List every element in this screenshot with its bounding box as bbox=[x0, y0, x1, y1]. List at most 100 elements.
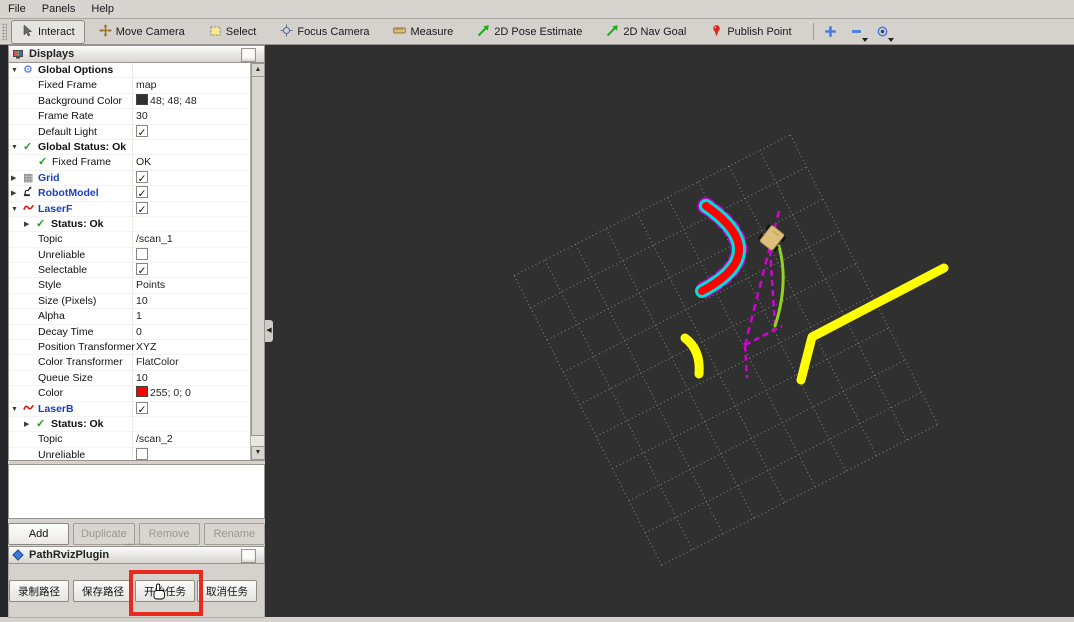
tool-label: Move Camera bbox=[115, 25, 185, 38]
property-label: LaserB bbox=[38, 402, 74, 415]
expanded-arrow-icon[interactable]: ▼ bbox=[11, 63, 18, 78]
tool-select[interactable]: Select bbox=[199, 20, 267, 44]
tree-row[interactable]: Style Points bbox=[9, 278, 264, 294]
property-label: Grid bbox=[38, 171, 60, 184]
tree-row[interactable]: Selectable ✓ bbox=[9, 263, 264, 279]
tool-interact[interactable]: Interact bbox=[11, 19, 85, 44]
tree-row[interactable]: Unreliable bbox=[9, 247, 264, 264]
publish-point-icon bbox=[710, 24, 723, 40]
minus-tool-button[interactable] bbox=[847, 22, 868, 42]
tool-measure[interactable]: Measure bbox=[383, 20, 463, 44]
scroll-down-arrow-icon[interactable]: ▼ bbox=[251, 446, 264, 460]
check-icon: ✓ bbox=[36, 217, 46, 230]
tool-focus-camera[interactable]: Focus Camera bbox=[270, 20, 379, 44]
tree-row[interactable]: ✓ Fixed Frame OK bbox=[9, 155, 264, 171]
collapsed-arrow-icon[interactable]: ▶ bbox=[24, 417, 29, 432]
panel-collapse-arrow-icon[interactable]: ◀ bbox=[265, 320, 273, 342]
path-task-button-2[interactable]: 保存路径 bbox=[73, 580, 133, 602]
tree-row[interactable]: ▼ LaserB ✓ bbox=[9, 401, 264, 417]
toolbar-drag-handle[interactable] bbox=[2, 22, 7, 41]
3d-viewport[interactable]: ◀ bbox=[265, 45, 1074, 617]
property-label: Frame Rate bbox=[38, 110, 94, 123]
tool-label: Measure bbox=[410, 25, 454, 38]
interact-icon bbox=[21, 23, 34, 40]
tree-row[interactable]: ▼ LaserF ✓ bbox=[9, 201, 264, 217]
check-icon: ✓ bbox=[23, 140, 33, 153]
tree-row[interactable]: Topic/scan_1 bbox=[9, 232, 264, 248]
property-label: LaserF bbox=[38, 202, 73, 215]
tree-row[interactable]: Color 255; 0; 0 bbox=[9, 386, 264, 402]
color-swatch[interactable] bbox=[136, 386, 148, 398]
checkbox-unchecked[interactable] bbox=[136, 247, 148, 260]
tree-row[interactable]: Size (Pixels) 10 bbox=[9, 293, 264, 310]
path-task-button-4[interactable]: 取消任务 bbox=[197, 580, 257, 602]
property-label: Unreliable bbox=[38, 448, 86, 461]
menu-file[interactable]: File bbox=[0, 1, 34, 17]
displays-tree-scrollbar[interactable]: ▲ ▼ bbox=[250, 63, 264, 460]
property-value: Points bbox=[136, 279, 166, 292]
path-panel-header[interactable]: PathRvizPlugin bbox=[8, 546, 265, 564]
tool-move-camera[interactable]: Move Camera bbox=[89, 20, 195, 44]
tree-row[interactable]: ▼ ⚙ Global Options bbox=[9, 63, 264, 79]
tree-row[interactable]: Unreliable bbox=[9, 447, 264, 461]
property-label: Color bbox=[38, 387, 64, 400]
tree-row[interactable]: Topic/scan_2 bbox=[9, 432, 264, 448]
tree-row[interactable]: Fixed Frame map bbox=[9, 78, 264, 94]
tree-row[interactable]: ▶ ▦ Grid ✓ bbox=[9, 170, 264, 187]
tool-publish-point[interactable]: Publish Point bbox=[700, 20, 801, 44]
laser-icon bbox=[23, 202, 34, 216]
color-swatch[interactable] bbox=[136, 93, 148, 105]
checkbox-unchecked[interactable] bbox=[136, 447, 148, 460]
property-value: 0 bbox=[136, 325, 142, 338]
tree-row[interactable]: Color Transformer FlatColor bbox=[9, 355, 264, 371]
displays-panel-header[interactable]: Displays bbox=[8, 45, 265, 63]
tree-row[interactable]: Decay Time 0 bbox=[9, 324, 264, 341]
property-value: XYZ bbox=[136, 341, 157, 354]
tool-2d-nav-goal[interactable]: 2D Nav Goal bbox=[596, 20, 696, 44]
green-arrow-icon bbox=[477, 24, 490, 40]
tree-row[interactable]: ▶ RobotModel ✓ bbox=[9, 186, 264, 202]
scroll-up-arrow-icon[interactable]: ▲ bbox=[251, 63, 264, 77]
collapsed-arrow-icon[interactable]: ▶ bbox=[11, 186, 16, 201]
plus-tool-button[interactable] bbox=[821, 22, 841, 42]
property-label: Style bbox=[38, 279, 62, 292]
tool-2d-pose-estimate[interactable]: 2D Pose Estimate bbox=[467, 20, 592, 44]
path-panel-title: PathRvizPlugin bbox=[29, 549, 110, 561]
tree-row[interactable]: ▶ ✓ Status: Ok bbox=[9, 416, 264, 433]
collapsed-arrow-icon[interactable]: ▶ bbox=[11, 171, 16, 186]
expanded-arrow-icon[interactable]: ▼ bbox=[11, 402, 18, 417]
tree-row[interactable]: ▶ ✓ Status: Ok bbox=[9, 216, 264, 233]
tool-label: Select bbox=[225, 25, 257, 38]
menu-help[interactable]: Help bbox=[83, 1, 122, 17]
checkbox-checked[interactable]: ✓ bbox=[136, 201, 148, 216]
checkbox-checked[interactable]: ✓ bbox=[136, 170, 148, 185]
property-label: Fixed Frame bbox=[38, 79, 97, 92]
checkbox-checked[interactable]: ✓ bbox=[136, 186, 148, 200]
rviz-window: File Panels Help Interact Move Camera Select… bbox=[0, 0, 1074, 618]
displays-panel-title: Displays bbox=[29, 48, 75, 60]
property-label: RobotModel bbox=[38, 187, 99, 200]
checkbox-checked[interactable]: ✓ bbox=[136, 124, 148, 139]
checkbox-checked[interactable]: ✓ bbox=[136, 263, 148, 277]
move-camera-icon bbox=[98, 23, 112, 40]
property-label: Position Transformer bbox=[38, 341, 135, 354]
tree-row[interactable]: Frame Rate 30 bbox=[9, 109, 264, 125]
displays-panel: Displays ▼ ⚙ Global Options Fixed Frame map B… bbox=[8, 45, 265, 545]
path-task-button-1[interactable]: 录制路径 bbox=[9, 580, 69, 602]
tree-row[interactable]: Default Light ✓ bbox=[9, 124, 264, 140]
expanded-arrow-icon[interactable]: ▼ bbox=[11, 202, 18, 217]
displays-float-button[interactable] bbox=[241, 48, 256, 62]
path-panel-float-button[interactable] bbox=[241, 549, 256, 563]
tree-row[interactable]: ▼ ✓ Global Status: Ok bbox=[9, 139, 264, 156]
tree-row[interactable]: Queue Size 10 bbox=[9, 370, 264, 387]
scrollbar-thumb[interactable] bbox=[251, 76, 264, 436]
tree-row[interactable]: Background Color 48; 48; 48 bbox=[9, 93, 264, 110]
menu-panels[interactable]: Panels bbox=[34, 1, 84, 17]
eye-tool-button[interactable] bbox=[873, 22, 894, 42]
collapsed-arrow-icon[interactable]: ▶ bbox=[24, 217, 29, 232]
checkbox-checked[interactable]: ✓ bbox=[136, 401, 148, 416]
tree-row[interactable]: Position Transformer XYZ bbox=[9, 340, 264, 356]
measure-icon bbox=[393, 24, 407, 40]
tree-row[interactable]: Alpha 1 bbox=[9, 309, 264, 325]
expanded-arrow-icon[interactable]: ▼ bbox=[11, 140, 18, 155]
